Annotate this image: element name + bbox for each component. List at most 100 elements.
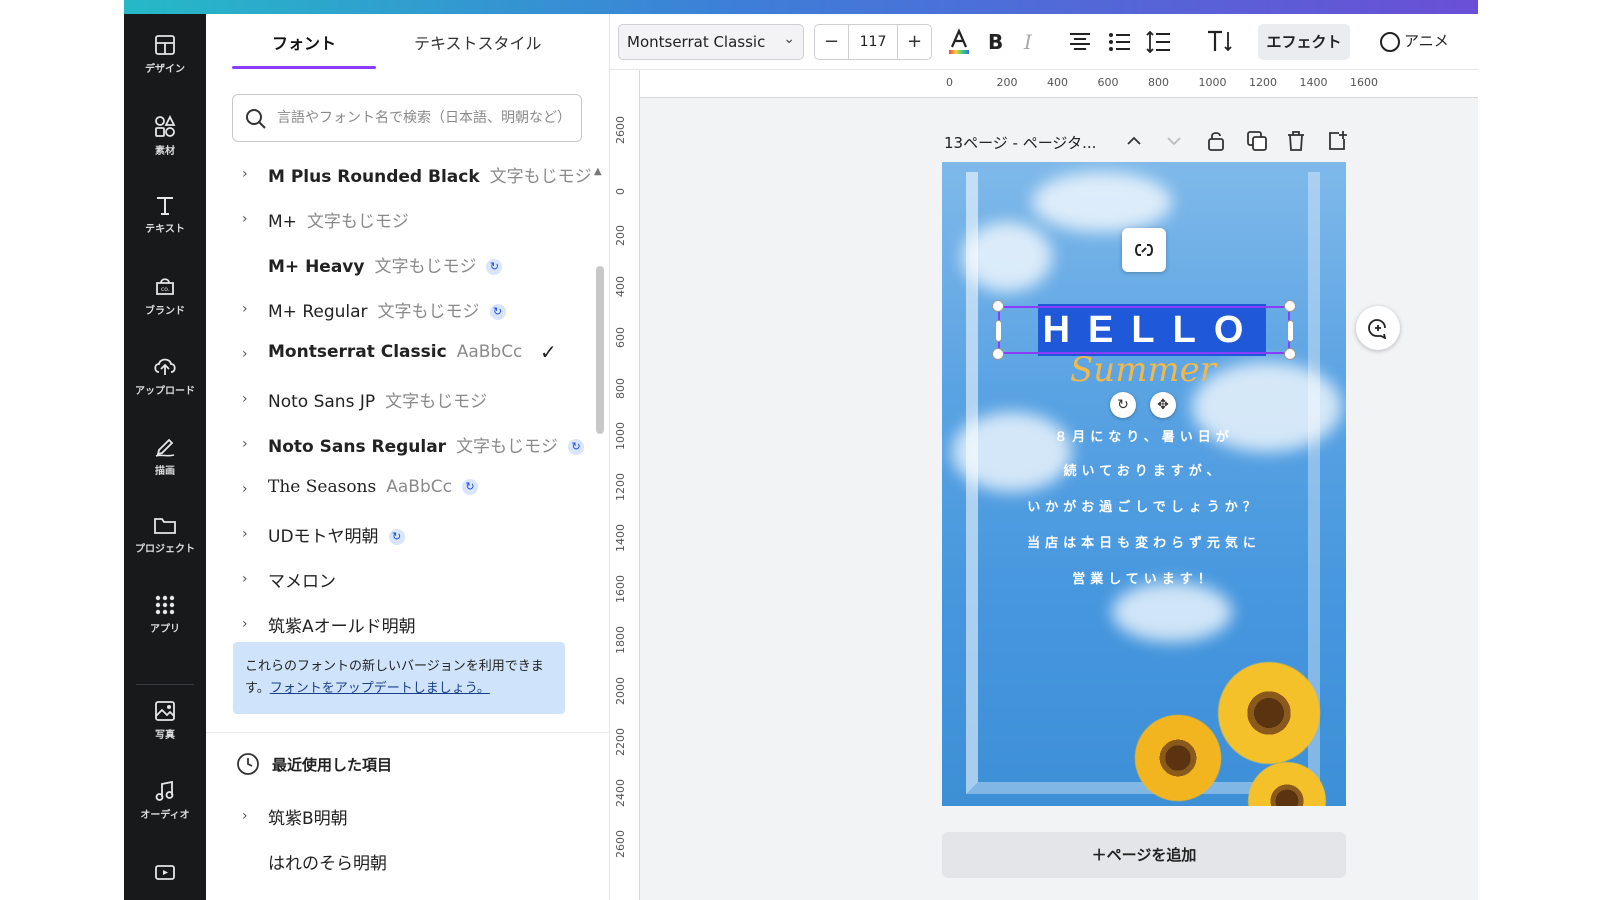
chevron-right-icon[interactable]: › xyxy=(242,211,248,227)
left-nav: デザイン 素材 テキスト co. ブランド アップロード 描画 プロジェクト ア xyxy=(124,14,206,900)
nav-projects[interactable]: プロジェクト xyxy=(124,508,206,572)
chevron-right-icon[interactable]: › xyxy=(242,616,248,632)
resize-handle[interactable] xyxy=(1284,300,1296,312)
font-name-label: M+ xyxy=(268,212,297,232)
font-size-value[interactable]: 117 xyxy=(849,25,897,59)
font-list-item[interactable]: › M Plus Rounded Black 文字もじモジ xyxy=(232,154,592,194)
font-name: Montserrat Classic AaBbCc xyxy=(268,342,522,362)
nav-brand[interactable]: co. ブランド xyxy=(124,268,206,332)
link-button[interactable] xyxy=(1122,228,1166,272)
summer-script-text[interactable]: Summer xyxy=(1070,350,1216,390)
text-icon xyxy=(157,197,173,215)
body-text-line[interactable]: ８月になり、暑い日が xyxy=(942,426,1346,445)
panel-scrollbar[interactable] xyxy=(596,266,604,434)
recent-font-item[interactable]: › 筑紫B明朝 xyxy=(232,796,572,836)
bullet-list-icon[interactable] xyxy=(1108,32,1132,52)
line-spacing-icon[interactable] xyxy=(1146,30,1172,54)
nav-elements[interactable]: 素材 xyxy=(124,108,206,172)
lock-icon[interactable] xyxy=(1206,130,1226,152)
font-name-label: M Plus Rounded Black xyxy=(268,167,480,187)
chevron-right-icon[interactable]: › xyxy=(242,166,248,182)
decrease-size-button[interactable]: − xyxy=(815,25,849,59)
add-page-button[interactable]: ＋ページを追加 xyxy=(942,832,1346,878)
chevron-right-icon[interactable]: › xyxy=(242,571,248,587)
font-list-item[interactable]: › Noto Sans JP 文字もじモジ xyxy=(232,379,572,419)
animate-button[interactable]: アニメ xyxy=(1380,30,1449,52)
font-list-item[interactable]: › マメロン xyxy=(232,559,572,599)
increase-size-button[interactable]: + xyxy=(897,25,931,59)
body-text-line[interactable]: 営業しています！ xyxy=(942,568,1346,587)
add-page-icon[interactable] xyxy=(1326,130,1348,152)
shapes-icon xyxy=(155,114,176,137)
chevron-right-icon[interactable]: › xyxy=(242,436,248,452)
design-canvas[interactable]: HELLO Summer ↻ ✥ ８月になり、暑い日が 続いておりますが、 いか… xyxy=(942,162,1346,806)
move-icon[interactable]: ✥ xyxy=(1150,392,1176,418)
text-orientation-icon[interactable] xyxy=(1206,28,1234,54)
side-handle[interactable] xyxy=(1287,320,1294,342)
font-name: Noto Sans Regular 文字もじモジ ↻ xyxy=(268,432,585,457)
scroll-up-arrow[interactable]: ▲ xyxy=(594,166,602,177)
font-list-item[interactable]: › M+ Regular 文字もじモジ ↻ xyxy=(232,289,572,329)
font-name: 筑紫Aオールド明朝 xyxy=(268,612,416,637)
update-badge-icon: ↻ xyxy=(486,259,503,275)
font-list-item[interactable]: › The Seasons AaBbCc ↻ xyxy=(232,469,572,509)
resize-handle[interactable] xyxy=(1284,348,1296,360)
body-text-line[interactable]: 続いておりますが、 xyxy=(942,460,1346,479)
nav-text[interactable]: テキスト xyxy=(124,188,206,252)
brand-icon: co. xyxy=(156,278,174,295)
font-family-dropdown[interactable]: Montserrat Classic ⌄ xyxy=(618,24,804,60)
nav-draw[interactable]: 描画 xyxy=(124,428,206,492)
chevron-right-icon[interactable]: › xyxy=(242,301,248,317)
font-list-item[interactable]: › 筑紫Aオールド明朝 xyxy=(232,604,572,644)
ruler-tick-label: 1600 xyxy=(614,575,627,603)
nav-apps[interactable]: アプリ xyxy=(124,588,206,652)
font-list-item[interactable]: › UDモトヤ明朝 ↻ xyxy=(232,514,572,554)
font-size-stepper: − 117 + xyxy=(814,24,932,60)
trash-icon[interactable] xyxy=(1286,130,1306,152)
horizontal-ruler: 0 200 400 600 800 1000 1200 1400 1600 xyxy=(640,70,1478,98)
tab-font[interactable]: フォント xyxy=(272,30,336,54)
panel-divider xyxy=(206,732,610,733)
font-list-item[interactable]: › Montserrat Classic AaBbCc ✓ xyxy=(232,334,572,374)
rotate-icon[interactable]: ↻ xyxy=(1110,392,1136,418)
text-color-icon[interactable] xyxy=(946,28,972,56)
resize-handle[interactable] xyxy=(992,300,1004,312)
font-list-item[interactable]: › Noto Sans Regular 文字もじモジ ↻ xyxy=(232,424,585,464)
chevron-right-icon[interactable]: › xyxy=(242,481,248,497)
duplicate-icon[interactable] xyxy=(1246,130,1268,152)
ruler-tick-label: 600 xyxy=(1097,76,1119,89)
font-name-label: 筑紫Aオールド明朝 xyxy=(268,617,416,637)
body-text-line[interactable]: 当店は本日も変わらず元気に xyxy=(942,532,1346,551)
chevron-up-icon[interactable] xyxy=(1126,134,1142,148)
font-list-item[interactable]: › M+ 文字もじモジ xyxy=(232,199,572,239)
align-center-icon[interactable] xyxy=(1068,32,1092,52)
chevron-right-icon[interactable]: › xyxy=(242,526,248,542)
ruler-tick-label: 400 xyxy=(614,276,627,297)
chevron-right-icon[interactable]: › xyxy=(242,346,248,362)
chevron-right-icon[interactable]: › xyxy=(242,808,248,824)
page-title[interactable]: 13ページ - ページタ... xyxy=(944,132,1096,153)
recent-font-item[interactable]: はれのそら明朝 xyxy=(232,841,572,881)
font-search[interactable] xyxy=(232,94,582,142)
refresh-comment-button[interactable] xyxy=(1356,306,1400,350)
ruler-tick-label: 1000 xyxy=(1198,76,1227,89)
refresh-comment-icon xyxy=(1368,319,1387,339)
side-handle[interactable] xyxy=(995,320,1002,342)
font-list-item[interactable]: M+ Heavy 文字もじモジ ↻ xyxy=(232,244,572,284)
sunflower-image[interactable] xyxy=(1128,708,1228,806)
resize-handle[interactable] xyxy=(992,348,1004,360)
nav-audio[interactable]: オーディオ xyxy=(124,774,206,838)
nav-design[interactable]: デザイン xyxy=(124,28,206,92)
effects-button[interactable]: エフェクト xyxy=(1258,24,1350,60)
nav-video[interactable] xyxy=(124,856,206,900)
nav-photos[interactable]: 写真 xyxy=(124,694,206,758)
chevron-down-icon[interactable] xyxy=(1166,134,1182,148)
nav-upload[interactable]: アップロード xyxy=(124,348,206,412)
tab-text-style[interactable]: テキストスタイル xyxy=(414,30,542,54)
italic-icon[interactable]: I xyxy=(1024,30,1032,54)
font-search-input[interactable] xyxy=(277,105,573,131)
body-text-line[interactable]: いかがお過ごしでしょうか？ xyxy=(942,496,1346,515)
chevron-right-icon[interactable]: › xyxy=(242,391,248,407)
bold-icon[interactable]: B xyxy=(988,30,1003,54)
update-fonts-link[interactable]: フォントをアップデートしましょう。 xyxy=(270,681,490,696)
